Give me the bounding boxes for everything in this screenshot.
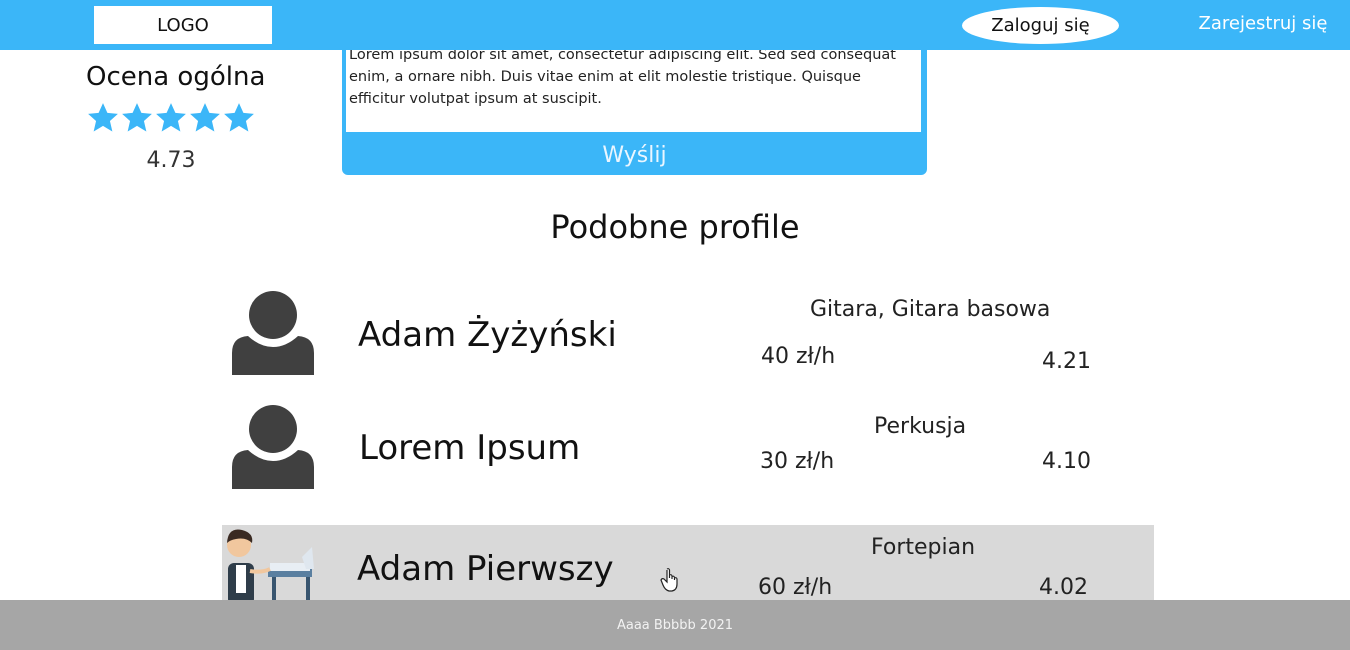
star-icon bbox=[88, 103, 118, 132]
profile-row[interactable]: Adam Żyżyński Gitara, Gitara basowa 40 z… bbox=[222, 285, 1154, 400]
footer-text: Aaaa Bbbbb 2021 bbox=[616, 617, 734, 633]
profile-name[interactable]: Lorem Ipsum bbox=[359, 428, 580, 468]
star-rating bbox=[86, 100, 256, 138]
star-icon bbox=[190, 103, 220, 132]
pianist-illustration bbox=[227, 529, 314, 605]
similar-profiles-title: Podobne profile bbox=[550, 208, 800, 246]
footer: Aaaa Bbbbb 2021 bbox=[0, 600, 1350, 650]
overall-rating-value: 4.73 bbox=[146, 148, 196, 173]
star-icon bbox=[156, 103, 186, 132]
person-icon bbox=[232, 291, 314, 375]
profile-name[interactable]: Adam Pierwszy bbox=[357, 549, 614, 589]
profile-row[interactable]: Lorem Ipsum Perkusja 30 zł/h 4.10 bbox=[222, 400, 1154, 515]
profile-rating: 4.02 bbox=[1039, 575, 1088, 600]
star-icon bbox=[224, 103, 254, 132]
profile-instruments: Gitara, Gitara basowa bbox=[810, 297, 1051, 322]
login-button[interactable]: Zaloguj się bbox=[962, 7, 1119, 44]
profile-rating: 4.10 bbox=[1042, 449, 1091, 474]
profile-price: 60 zł/h bbox=[758, 575, 833, 600]
profile-name[interactable]: Adam Żyżyński bbox=[358, 315, 617, 355]
star-icon bbox=[122, 103, 152, 132]
profile-instruments: Perkusja bbox=[874, 414, 967, 439]
profile-price: 40 zł/h bbox=[761, 344, 836, 369]
send-button[interactable]: Wyślij bbox=[342, 136, 927, 174]
top-navbar: LOGO Zaloguj się Zarejestruj się bbox=[0, 0, 1350, 50]
hand-cursor-icon bbox=[660, 568, 678, 592]
profile-instruments: Fortepian bbox=[871, 535, 976, 560]
profile-price: 30 zł/h bbox=[760, 449, 835, 474]
profile-row[interactable]: Adam Pierwszy Fortepian 60 zł/h 4.02 bbox=[222, 525, 1154, 605]
overall-rating-title: Ocena ogólna bbox=[86, 62, 266, 92]
comment-textarea[interactable]: Lorem ipsum dolor sit amet, consectetur … bbox=[346, 38, 921, 132]
profile-rating: 4.21 bbox=[1042, 349, 1091, 374]
comment-form: Lorem ipsum dolor sit amet, consectetur … bbox=[342, 38, 927, 175]
logo[interactable]: LOGO bbox=[94, 6, 272, 44]
register-link[interactable]: Zarejestruj się bbox=[1190, 13, 1336, 34]
person-icon bbox=[232, 405, 314, 489]
